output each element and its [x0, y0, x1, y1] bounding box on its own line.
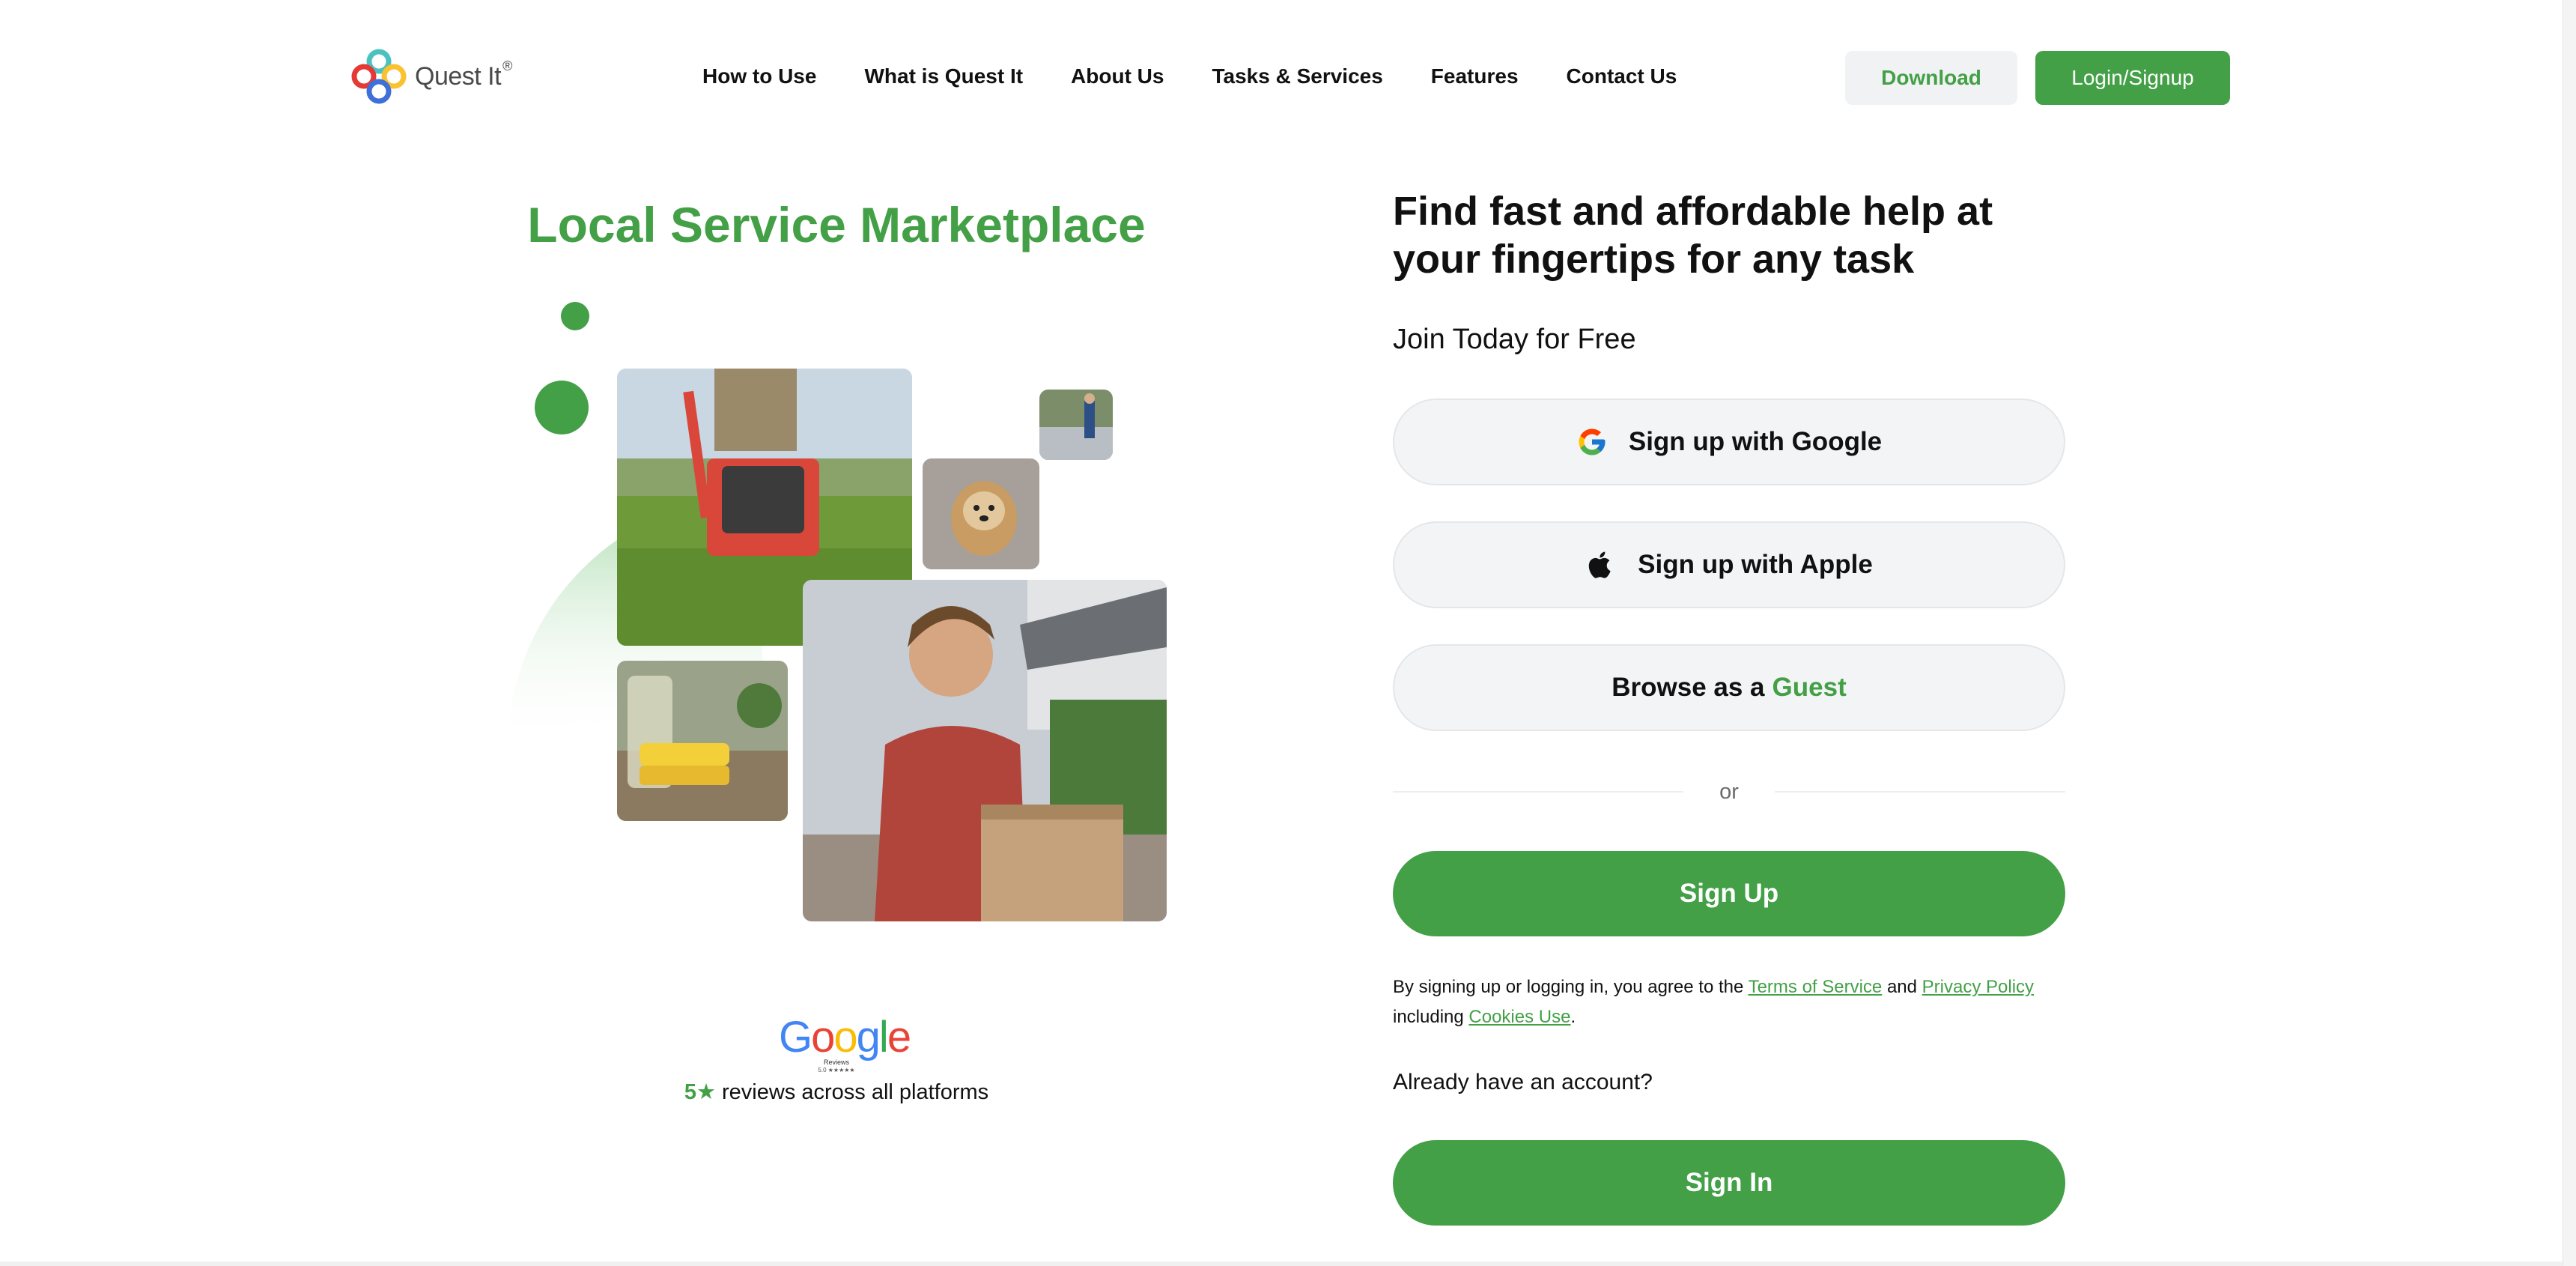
- pressure-washing-photo: [1039, 390, 1113, 460]
- apple-signup-label: Sign up with Apple: [1638, 550, 1873, 579]
- nav-what-is-quest-it[interactable]: What is Quest It: [864, 64, 1023, 88]
- or-divider: or: [1393, 779, 2066, 805]
- google-reviews-logo: Google: [779, 1013, 911, 1061]
- divider-line-left: [1393, 791, 1684, 793]
- photo-collage: [494, 285, 1183, 944]
- main-nav: How to Use What is Quest It About Us Tas…: [702, 64, 1677, 88]
- browse-as-guest-button[interactable]: Browse as a Guest: [1393, 644, 2065, 731]
- sign-in-button[interactable]: Sign In: [1393, 1140, 2065, 1226]
- browse-guest-word: Guest: [1772, 673, 1847, 702]
- quest-it-logo-icon: [351, 49, 407, 104]
- cookies-use-link[interactable]: Cookies Use: [1468, 1007, 1570, 1027]
- page: Quest It ® How to Use What is Quest It A…: [0, 0, 2576, 1266]
- hero-title: Local Service Marketplace: [527, 197, 1146, 252]
- page-bottom-divider: [0, 1262, 2563, 1266]
- legal-and: and: [1882, 977, 1922, 997]
- apple-signup-button[interactable]: Sign up with Apple: [1393, 521, 2065, 608]
- brand-name: Quest It: [415, 61, 502, 91]
- reviews-summary-text: reviews across all platforms: [715, 1080, 989, 1104]
- privacy-policy-link[interactable]: Privacy Policy: [1922, 977, 2034, 997]
- small-dog-photo: [923, 458, 1039, 569]
- vertical-scrollbar[interactable]: [2563, 0, 2576, 1266]
- legal-notice: By signing up or logging in, you agree t…: [1393, 972, 2067, 1032]
- delivery-man-photo: [803, 580, 1167, 921]
- google-icon: [1576, 426, 1608, 458]
- reviews-summary: 5★ reviews across all platforms: [524, 1079, 1149, 1105]
- browse-prefix: Browse as a: [1611, 673, 1765, 702]
- login-signup-button[interactable]: Login/Signup: [2035, 51, 2230, 105]
- google-signup-button[interactable]: Sign up with Google: [1393, 399, 2065, 485]
- google-signup-label: Sign up with Google: [1628, 427, 1883, 456]
- legal-prefix: By signing up or logging in, you agree t…: [1393, 977, 1749, 997]
- nav-features[interactable]: Features: [1431, 64, 1519, 88]
- cleaning-supplies-photo: [617, 661, 788, 821]
- or-text: or: [1719, 779, 1739, 804]
- nav-contact-us[interactable]: Contact Us: [1567, 64, 1677, 88]
- apple-icon: [1585, 549, 1617, 581]
- google-reviews-badge: Google Reviews 5.0 ★★★★★: [779, 1013, 911, 1073]
- already-have-account-text: Already have an account?: [1393, 1070, 1653, 1094]
- nav-how-to-use[interactable]: How to Use: [702, 64, 816, 88]
- nav-about-us[interactable]: About Us: [1071, 64, 1164, 88]
- five-star-rating: 5★: [684, 1080, 716, 1104]
- terms-of-service-link[interactable]: Terms of Service: [1749, 977, 1883, 997]
- google-reviews-rating: 5.0 ★★★★★: [818, 1066, 855, 1073]
- divider-line-right: [1774, 791, 2066, 793]
- download-button[interactable]: Download: [1845, 51, 2017, 105]
- quest-it-logo[interactable]: Quest It ®: [347, 45, 512, 108]
- legal-including: including: [1393, 1007, 1469, 1027]
- join-text: Join Today for Free: [1393, 324, 1636, 355]
- tagline: Find fast and affordable help at your fi…: [1393, 189, 1993, 282]
- legal-end: .: [1570, 1007, 1576, 1027]
- registered-mark: ®: [502, 58, 513, 73]
- nav-tasks-services[interactable]: Tasks & Services: [1212, 64, 1382, 88]
- sign-up-button[interactable]: Sign Up: [1393, 851, 2065, 936]
